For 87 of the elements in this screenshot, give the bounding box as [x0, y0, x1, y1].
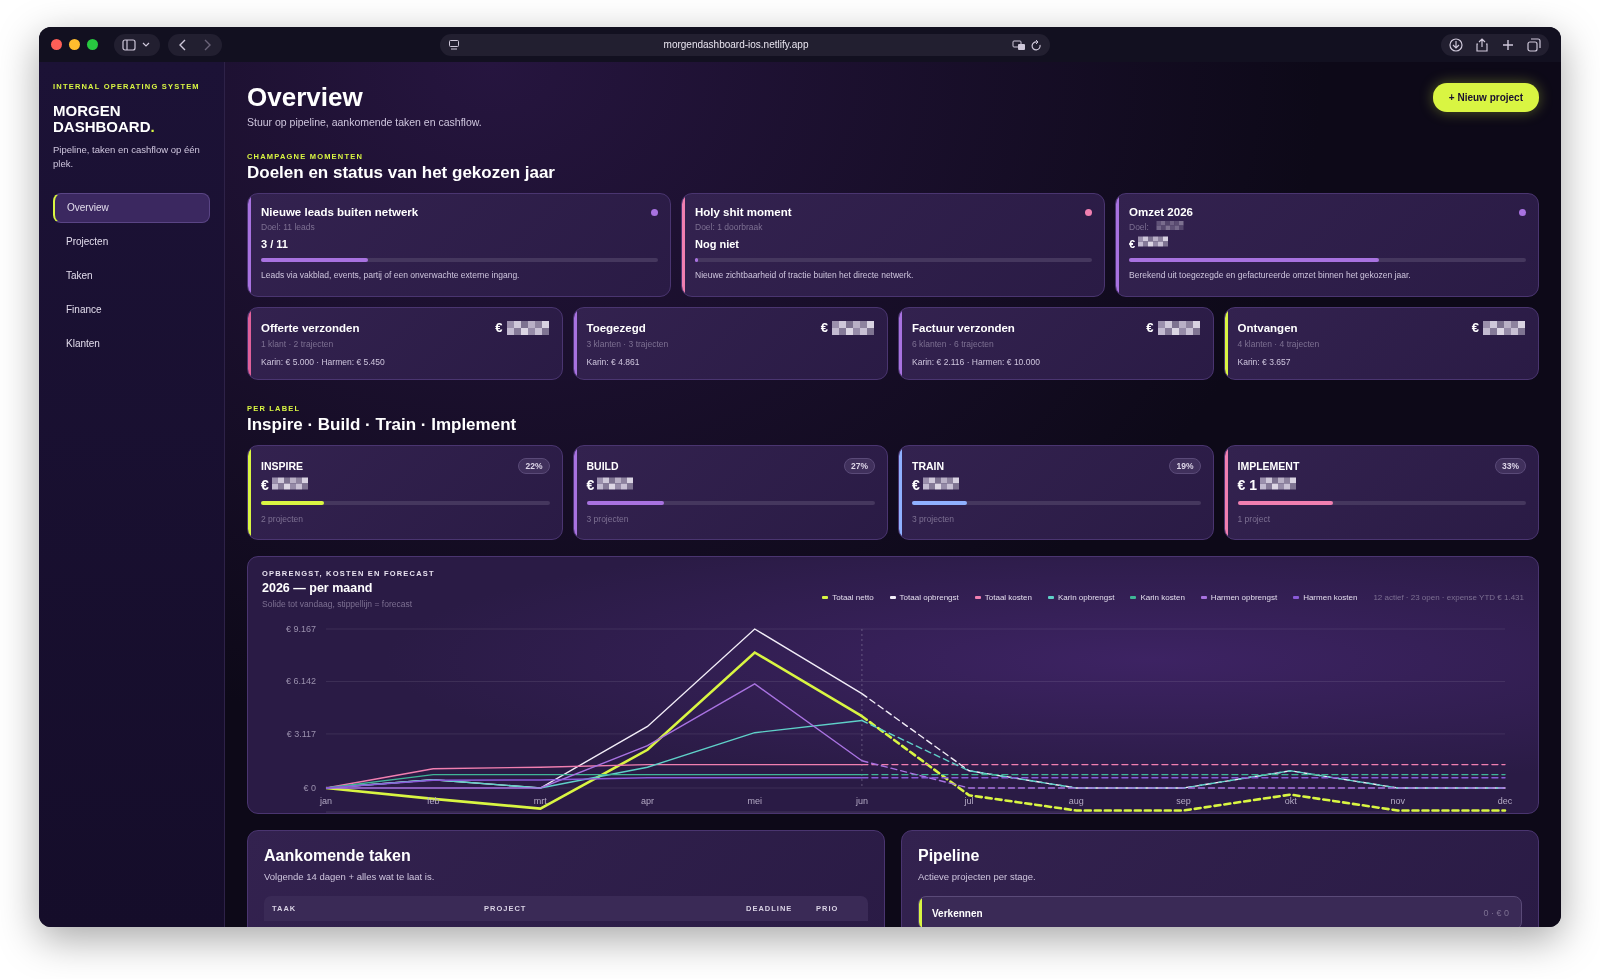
chart-title: 2026 — per maand	[262, 581, 374, 595]
x-tick-label: sep	[1176, 796, 1191, 806]
goal-title: Nieuwe leads buiten netwerk	[261, 206, 419, 218]
x-tick-label: jun	[855, 796, 868, 806]
status-title: Factuur verzonden	[912, 321, 1015, 334]
status-title: Toegezegd	[586, 321, 646, 334]
label-amount: €	[912, 477, 920, 493]
x-tick-label: apr	[641, 796, 655, 806]
card-subtitle: Actieve projecten per stage.	[918, 871, 1037, 882]
goal-title: Omzet 2026	[1129, 206, 1193, 218]
chart-summary: 12 actief · 23 open · expense YTD € 1.431	[1373, 592, 1524, 602]
percentage-badge: 22%	[518, 458, 550, 474]
project-count: 3 projecten	[586, 514, 630, 524]
percentage-badge: 27%	[844, 458, 875, 474]
goal-note: Nieuwe zichtbaarheid of tractie buiten het directe netwerk.	[695, 270, 915, 280]
stage-name: Verkennen	[932, 907, 984, 919]
page-subtitle: Stuur op pipeline, aankomende taken en cashflow.	[247, 116, 482, 128]
sidebar-tagline: Pipeline, taken en cashflow op één plek.	[53, 143, 201, 171]
y-tick-label: € 0	[303, 783, 316, 793]
x-tick-label: mrt	[533, 796, 547, 806]
legend-label: Totaal netto	[832, 592, 874, 602]
chart-subtitle: Solide tot vandaag, stippellijn = forecast	[262, 599, 414, 609]
nav-item[interactable]: Overview	[53, 193, 210, 223]
section-heading: Inspire · Build · Train · Implement	[247, 415, 518, 435]
y-tick-label: € 9.167	[285, 624, 316, 634]
goal-note: Leads via vakblad, events, partij of een onverwachte externe ingang.	[261, 270, 521, 280]
legend-label: Karin kosten	[1140, 592, 1185, 602]
label-amount: €	[586, 477, 595, 493]
goal-target: Doel:	[1129, 222, 1149, 232]
status-amount: €	[820, 320, 828, 335]
percentage-badge: 33%	[1495, 458, 1526, 474]
x-tick-label: aug	[1068, 796, 1084, 806]
nav-item[interactable]: Taken	[53, 261, 210, 291]
status-split: Karin: € 3.657	[1237, 357, 1292, 367]
label-name: BUILD	[586, 460, 619, 472]
status-split: Karin: € 5.000 · Harmen: € 5.450	[261, 357, 386, 367]
goal-target: Doel: 1 doorbraak	[695, 222, 763, 232]
status-amount: €	[1471, 320, 1479, 335]
nav-item[interactable]: Finance	[53, 295, 210, 325]
goal-title: Holy shit moment	[695, 206, 792, 218]
status-split: Karin: € 2.116 · Harmen: € 10.000	[912, 357, 1041, 367]
legend-label: Harmen opbrengst	[1210, 592, 1278, 602]
address-bar[interactable]: morgendashboard-ios.netlify.app	[440, 33, 1050, 56]
card-title: Pipeline	[918, 847, 981, 865]
x-tick-label: jul	[964, 796, 974, 806]
project-count: 3 projecten	[912, 514, 956, 524]
label-name: INSPIRE	[261, 460, 303, 472]
x-tick-label: jan	[320, 796, 332, 806]
status-split: Karin: € 4.861	[586, 357, 641, 367]
status-meta: 1 klant · 2 trajecten	[261, 339, 335, 349]
new-project-button[interactable]: + Nieuw project	[1432, 83, 1539, 112]
section-heading: Doelen en status van het gekozen jaar	[247, 163, 556, 183]
goal-value: €	[1129, 238, 1136, 250]
legend-label: Totaal opbrengst	[899, 592, 959, 602]
y-tick-label: € 3.117	[286, 728, 316, 739]
status-meta: 3 klanten · 3 trajecten	[586, 339, 670, 349]
nav-item[interactable]: Klanten	[53, 329, 210, 359]
percentage-badge: 19%	[1169, 458, 1201, 474]
status-amount: €	[1146, 320, 1154, 335]
legend-label: Karin opbrengst	[1057, 592, 1115, 602]
x-tick-label: dec	[1497, 796, 1513, 806]
nav-item[interactable]: Projecten	[53, 227, 210, 257]
label-amount: € 1	[1237, 477, 1257, 493]
project-count: 2 projecten	[261, 514, 305, 524]
status-title: Offerte verzonden	[261, 321, 360, 334]
label-name: TRAIN	[912, 460, 945, 472]
y-tick-label: € 6.142	[285, 676, 316, 687]
status-meta: 4 klanten · 4 trajecten	[1237, 339, 1321, 349]
legend-label: Totaal kosten	[984, 592, 1032, 602]
goal-target: Doel: 11 leads	[261, 222, 315, 232]
goal-value: Nog niet	[695, 238, 739, 250]
status-amount: €	[495, 320, 503, 335]
x-tick-label: nov	[1390, 796, 1406, 806]
x-tick-label: okt	[1284, 796, 1297, 806]
card-subtitle: Volgende 14 dagen + alles wat te laat is.	[264, 871, 436, 882]
label-name: IMPLEMENT	[1237, 460, 1300, 472]
goal-note: Berekend uit toegezegde en gefactureerde omzet binnen het gekozen jaar.	[1129, 270, 1412, 280]
x-tick-label: mei	[747, 796, 762, 806]
project-count: 1 project	[1237, 514, 1272, 524]
status-meta: 6 klanten · 6 trajecten	[912, 339, 995, 349]
goal-value: 3 / 11	[261, 238, 288, 250]
legend-label: Harmen kosten	[1303, 592, 1358, 602]
card-title: Aankomende taken	[264, 847, 412, 865]
brand-logo: MORGEN DASHBOARD.	[53, 103, 156, 135]
label-amount: €	[261, 477, 269, 493]
status-title: Ontvangen	[1237, 321, 1298, 334]
page-title: Overview	[247, 82, 364, 112]
